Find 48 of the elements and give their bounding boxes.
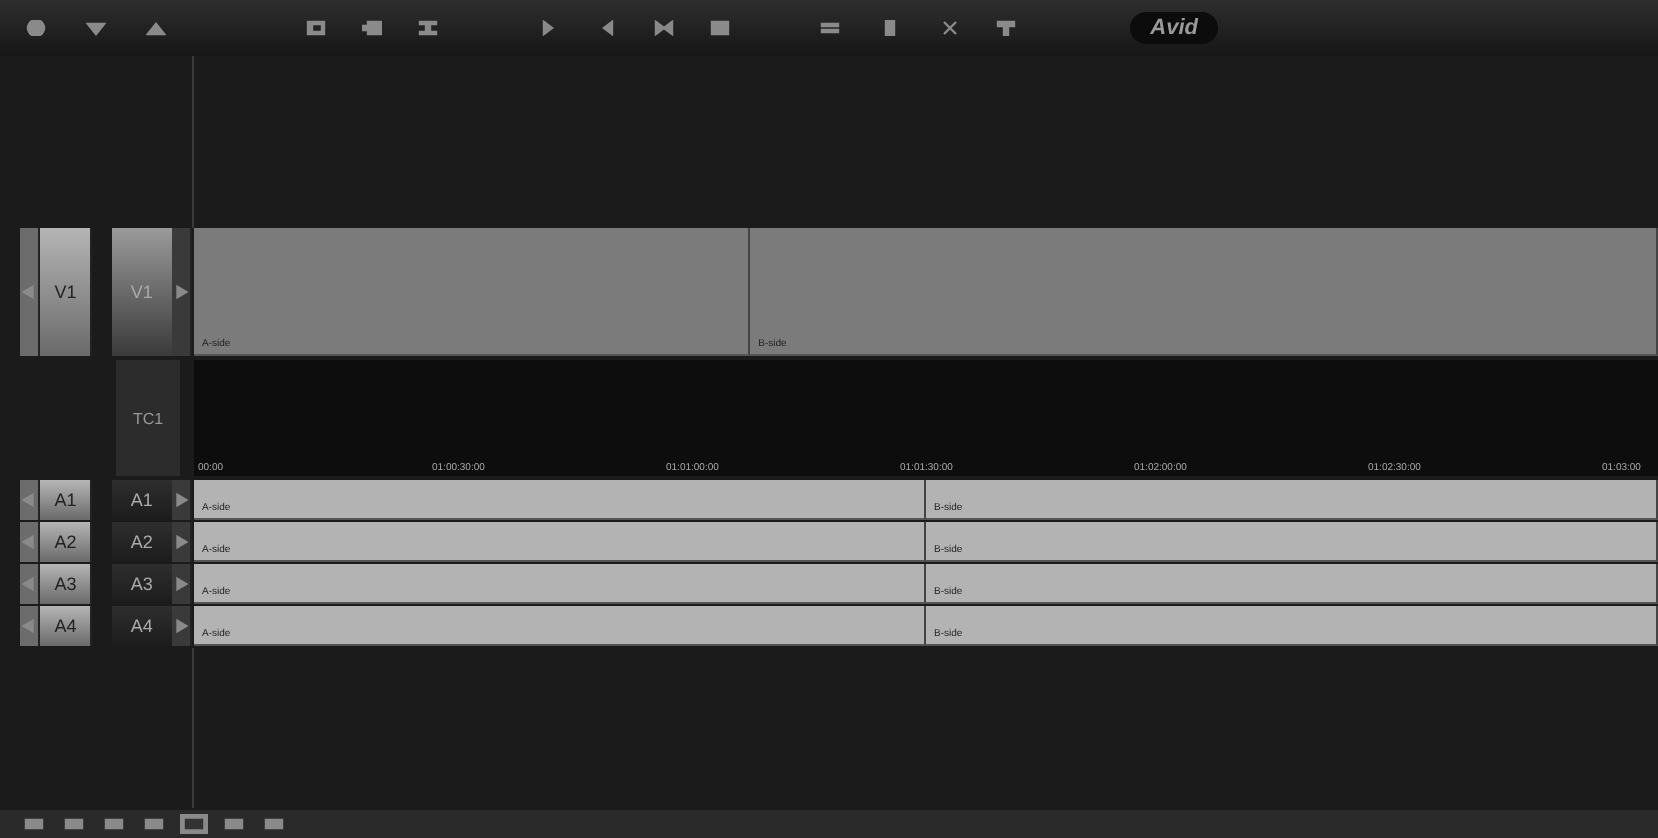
lock-toggle[interactable] — [20, 522, 40, 562]
source-track-button[interactable]: A3 — [111, 564, 172, 604]
lines-icon — [820, 20, 840, 36]
arrow-icon — [172, 618, 190, 634]
toolbar-button[interactable] — [180, 814, 208, 834]
arrow-icon — [172, 534, 190, 550]
timecode-track-label[interactable]: TC1 — [116, 360, 180, 476]
source-track-button[interactable]: A2 — [111, 522, 172, 562]
arrow-icon — [20, 284, 38, 300]
source-track-button[interactable]: A4 — [111, 606, 172, 646]
mark-out-icon — [538, 20, 558, 36]
arrow-icon — [172, 576, 190, 592]
toolbar-button[interactable] — [20, 814, 48, 834]
arrow-icon — [20, 618, 38, 634]
toolbar-button[interactable] — [100, 814, 128, 834]
record-track-button[interactable]: V1 — [40, 228, 93, 356]
arrow-icon — [172, 492, 190, 508]
close-icon — [940, 20, 960, 36]
panel-icon — [306, 20, 326, 36]
triangle-down-icon — [86, 20, 106, 36]
bracket-icon — [418, 20, 438, 36]
lock-toggle[interactable] — [20, 564, 40, 604]
toolbar-button[interactable] — [220, 814, 248, 834]
toolbar-button[interactable] — [60, 814, 88, 834]
arrow-icon — [20, 534, 38, 550]
lock-toggle[interactable] — [20, 480, 40, 520]
record-track-button[interactable]: A2 — [40, 522, 93, 562]
toolbar-button[interactable] — [260, 814, 288, 834]
lock-toggle[interactable] — [20, 228, 40, 356]
patch-toggle[interactable] — [172, 606, 192, 646]
record-track-button[interactable]: A1 — [40, 480, 93, 520]
patch-toggle[interactable] — [172, 228, 192, 356]
avid-logo: Avid — [1130, 12, 1218, 44]
source-track-button[interactable]: A1 — [111, 480, 172, 520]
monitor-icon — [362, 20, 382, 36]
patch-toggle[interactable] — [172, 564, 192, 604]
triangle-up-icon — [146, 20, 166, 36]
patch-toggle[interactable] — [172, 522, 192, 562]
patch-toggle[interactable] — [172, 480, 192, 520]
lock-toggle[interactable] — [20, 606, 40, 646]
bowtie-icon — [654, 20, 674, 36]
toolbar-button[interactable] — [140, 814, 168, 834]
mark-in-icon — [598, 20, 618, 36]
record-track-button[interactable]: A4 — [40, 606, 93, 646]
record-track-button[interactable]: A3 — [40, 564, 93, 604]
arrow-icon — [172, 284, 190, 300]
arrow-icon — [20, 576, 38, 592]
arrow-icon — [20, 492, 38, 508]
